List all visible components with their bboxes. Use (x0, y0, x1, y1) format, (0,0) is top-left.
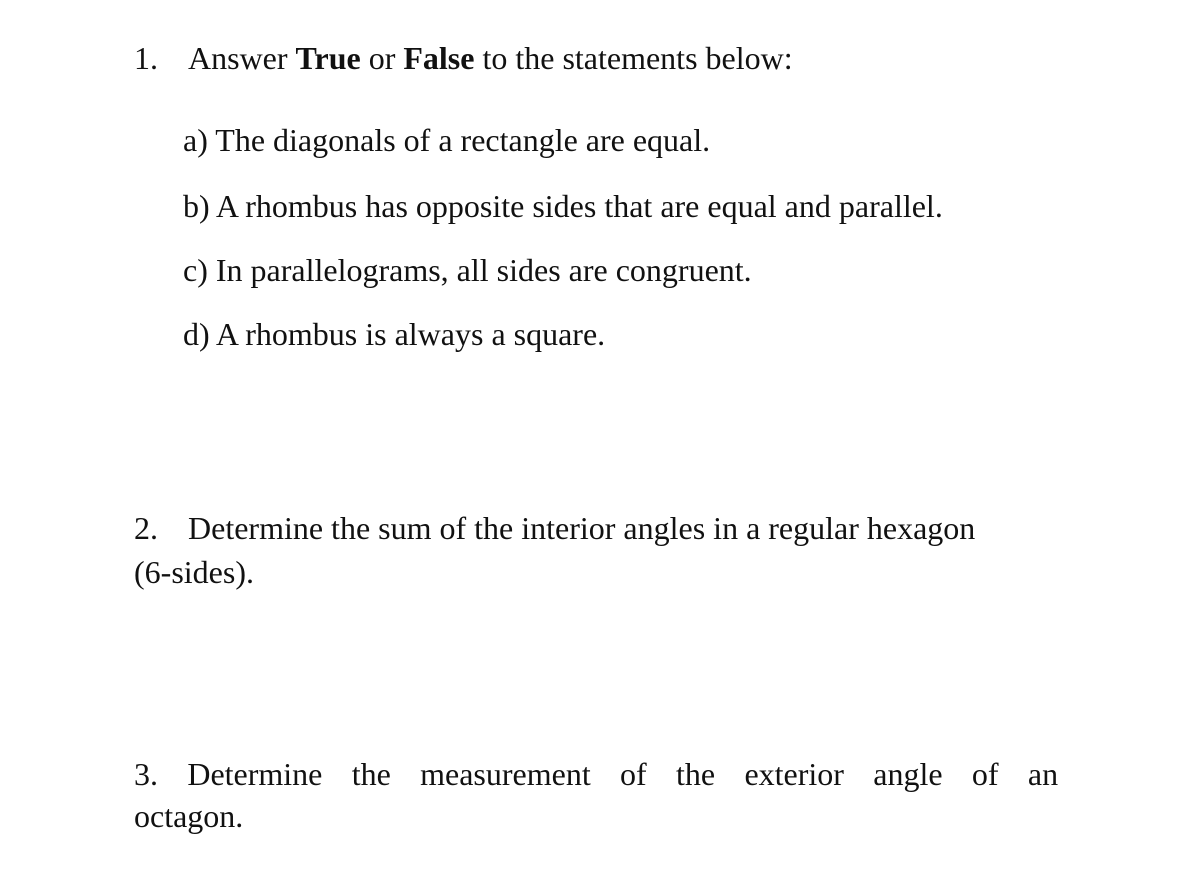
statement-b: b) A rhombus has opposite sides that are… (183, 188, 943, 224)
prompt-text: Answer (188, 40, 296, 76)
question-3-line-1: 3. Determine the measurement of the exte… (134, 754, 1058, 794)
word: measurement (420, 756, 591, 792)
word: the (351, 756, 391, 792)
word: angle (873, 756, 943, 792)
false-keyword: False (403, 40, 475, 76)
prompt-text: or (360, 40, 404, 76)
word: Determine (187, 756, 323, 792)
statement-c: c) In parallelograms, all sides are cong… (183, 252, 752, 288)
question-3-line-2: octagon. (134, 798, 244, 834)
question-2-line-1: 2. Determine the sum of the interior angl… (134, 508, 975, 548)
question-number: 3. (134, 756, 158, 792)
word: of (620, 756, 647, 792)
word: an (1027, 756, 1059, 792)
word: the (676, 756, 716, 792)
statement-a: a) The diagonals of a rectangle are equa… (183, 122, 711, 158)
question-number: 2. (134, 510, 158, 546)
question-text: Determine the sum of the interior angles… (188, 510, 976, 546)
prompt-text: to the statements below: (474, 40, 793, 76)
question-1-prompt: 1. Answer True or False to the statements… (134, 38, 793, 78)
question-2-line-2: (6-sides). (134, 554, 254, 590)
word: exterior (744, 756, 844, 792)
true-keyword: True (295, 40, 361, 76)
statement-d: d) A rhombus is always a square. (183, 316, 606, 352)
word: of (971, 756, 999, 792)
question-number: 1. (134, 40, 158, 76)
